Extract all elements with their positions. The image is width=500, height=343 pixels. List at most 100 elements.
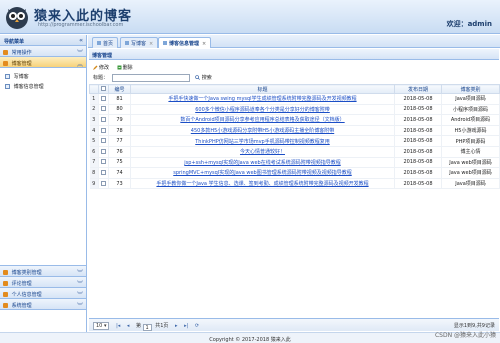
menu-group-common[interactable]: 常用操作 ︾ (0, 46, 86, 57)
table-row[interactable]: 8 74 springMVC+mysql实现的Java web图书管理系统源码附带视… (89, 167, 500, 179)
row-checkbox[interactable] (101, 138, 106, 144)
menu-group-blog-category[interactable]: 博客类别管理 ︾ (0, 266, 86, 277)
row-checkbox-cell[interactable] (98, 104, 109, 116)
chevron-up-icon: ︽ (76, 61, 83, 68)
row-checkbox-cell[interactable] (98, 93, 109, 105)
cell-category: Android项目源码 (441, 114, 500, 126)
table-row[interactable]: 4 78 450多款H5小游戏源码分享附带H5小游戏源码主播全阶博客附带 2018-0… (89, 125, 500, 137)
cell-title-link[interactable]: ThinkPHP仿网站三学市场mvp手机源码带控制视频教程复用 (130, 135, 395, 147)
row-checkbox-cell[interactable] (98, 178, 109, 190)
row-checkbox-cell[interactable] (98, 135, 109, 147)
pagination-summary: 显示1到9,共9记录 (453, 323, 495, 329)
search-button-label: 搜索 (201, 75, 212, 81)
table-row[interactable]: 5 77 ThinkPHP仿网站三学市场mvp手机源码带控制视频教程复用 2018-0… (89, 135, 500, 147)
cell-date: 2018-05-08 (394, 146, 442, 158)
cell-date: 2018-05-08 (394, 93, 442, 105)
next-page-button[interactable]: ▸ (175, 323, 178, 329)
row-checkbox[interactable] (101, 159, 106, 165)
cell-date: 2018-05-08 (394, 178, 442, 190)
cell-category: Java项目源码 (441, 178, 500, 190)
row-checkbox[interactable] (101, 106, 106, 112)
row-number: 7 (89, 157, 99, 169)
cell-title-link[interactable]: 数百个Android项目源码分享参考应用程序总结表格及获取途径（文档版） (130, 114, 395, 126)
delete-button[interactable]: 删除 (117, 64, 133, 71)
tab-label: 博客信息管理 (169, 41, 200, 47)
table-row[interactable]: 2 80 600多个微信小程序源码道奉各个分类是分享好分的博客附带 2018-05-0… (89, 104, 500, 116)
search-button[interactable]: 搜索 (195, 74, 212, 81)
menu-group-system[interactable]: 系统管理 ︾ (0, 299, 86, 310)
row-number: 8 (89, 167, 99, 179)
cell-title-link[interactable]: 450多款H5小游戏源码分享附带H5小游戏源码主播全阶博客附带 (130, 125, 395, 137)
panel-title: 博客管理 (89, 49, 499, 60)
column-header-id[interactable]: 编号 (108, 84, 131, 94)
row-number: 3 (89, 114, 99, 126)
sidebar-item-write-blog[interactable]: 写博客 (0, 71, 86, 81)
cell-title-link[interactable]: jsp+ssh+mysql实现的Java web在线考试系统源码附带视频指导教程 (130, 157, 395, 169)
column-header-title[interactable]: 标题 (130, 84, 395, 94)
row-checkbox-cell[interactable] (98, 146, 109, 158)
select-all-checkbox[interactable] (98, 84, 109, 94)
row-number: 2 (89, 104, 99, 116)
search-input[interactable] (111, 74, 190, 82)
toolbar: 修改 删除 (89, 61, 499, 72)
blog-submenu: 写博客 博客信息管理 (0, 68, 86, 266)
refresh-button[interactable]: ⟳ (195, 323, 199, 329)
row-checkbox[interactable] (101, 127, 106, 133)
chevron-down-icon: ︾ (76, 281, 83, 288)
menu-group-label: 评论管理 (11, 281, 32, 287)
row-checkbox-cell[interactable] (98, 125, 109, 137)
folder-icon (3, 281, 8, 286)
row-checkbox[interactable] (101, 148, 106, 154)
edit-button[interactable]: 修改 (93, 64, 109, 71)
tab-write-blog[interactable]: 写博客 × (120, 37, 159, 48)
collapse-sidebar-icon[interactable]: « (79, 37, 83, 44)
table-row[interactable]: 1 81 手把手快速做一个Java swing mysql学生成绩管理系统附带完整源… (89, 93, 500, 105)
page-number-input[interactable]: 1 (142, 324, 152, 331)
cell-date: 2018-05-08 (394, 104, 442, 116)
column-header-date[interactable]: 发布日期 (394, 84, 442, 94)
menu-group-label: 系统管理 (11, 303, 32, 309)
row-checkbox[interactable] (101, 169, 106, 175)
prev-page-button[interactable]: ◂ (127, 323, 130, 329)
folder-icon (3, 50, 8, 55)
cell-title-link[interactable]: springMVC+mysql实现的Java web图书管理系统源码附带视频及视… (130, 167, 395, 179)
tab-home[interactable]: 首页 (92, 37, 119, 48)
checkbox[interactable] (101, 86, 106, 91)
cell-id: 77 (108, 135, 131, 147)
table-row[interactable]: 3 79 数百个Android项目源码分享参考应用程序总结表格及获取途径（文档版） 2… (89, 114, 500, 126)
row-checkbox[interactable] (101, 180, 106, 186)
table-row[interactable]: 6 76 今天心情普通较好！ 2018-05-08 博主心情 (89, 146, 500, 158)
menu-group-label: 博客管理 (11, 61, 32, 67)
cell-category: 小程序项目源码 (441, 104, 500, 116)
table-row[interactable]: 9 73 手把手教你做一个Java 学生信息、选课、签到考勤、成绩管理系统附带完整源… (89, 178, 500, 190)
cell-category: 博主心情 (441, 146, 500, 158)
cell-title-link[interactable]: 手把手快速做一个Java swing mysql学生成绩管理系统附带完整源码及开… (130, 93, 395, 105)
row-checkbox[interactable] (101, 95, 106, 101)
sidebar-item-label: 写博客 (13, 74, 29, 80)
app-header: 猿来入此的博客 http://programmer.ischoolbar.com… (0, 0, 500, 34)
menu-group-profile[interactable]: 个人信息管理 ︾ (0, 288, 86, 299)
chevron-down-icon: ︾ (76, 303, 83, 310)
cell-title-link[interactable]: 今天心情普通较好！ (130, 146, 395, 158)
sidebar-item-blog-manage[interactable]: 博客信息管理 (0, 81, 86, 91)
page-size-select[interactable]: 10 ▾ (93, 322, 110, 330)
first-page-button[interactable]: |◂ (116, 323, 120, 329)
row-checkbox-cell[interactable] (98, 157, 109, 169)
row-checkbox-cell[interactable] (98, 167, 109, 179)
tab-blog-manage[interactable]: 博客信息管理 × (158, 37, 212, 48)
owl-logo-icon (6, 7, 28, 29)
menu-group-label: 常用操作 (11, 50, 32, 56)
last-page-button[interactable]: ▸| (184, 323, 188, 329)
row-checkbox-cell[interactable] (98, 114, 109, 126)
menu-group-comments[interactable]: 评论管理 ︾ (0, 277, 86, 288)
column-header-category[interactable]: 博客类别 (441, 84, 500, 94)
cell-title-link[interactable]: 手把手教你做一个Java 学生信息、选课、签到考勤、成绩管理系统附带完整源码及视… (130, 178, 395, 190)
table-row[interactable]: 7 75 jsp+ssh+mysql实现的Java web在线考试系统源码附带视频指… (89, 157, 500, 169)
edit-icon (5, 74, 10, 79)
tab-label: 写博客 (131, 41, 147, 47)
cell-title-link[interactable]: 600多个微信小程序源码道奉各个分类是分享好分的博客附带 (130, 104, 395, 116)
close-icon[interactable]: × (202, 41, 206, 47)
close-icon[interactable]: × (149, 41, 153, 47)
menu-group-blog[interactable]: 博客管理 ︽ (0, 57, 86, 68)
row-checkbox[interactable] (101, 116, 106, 122)
